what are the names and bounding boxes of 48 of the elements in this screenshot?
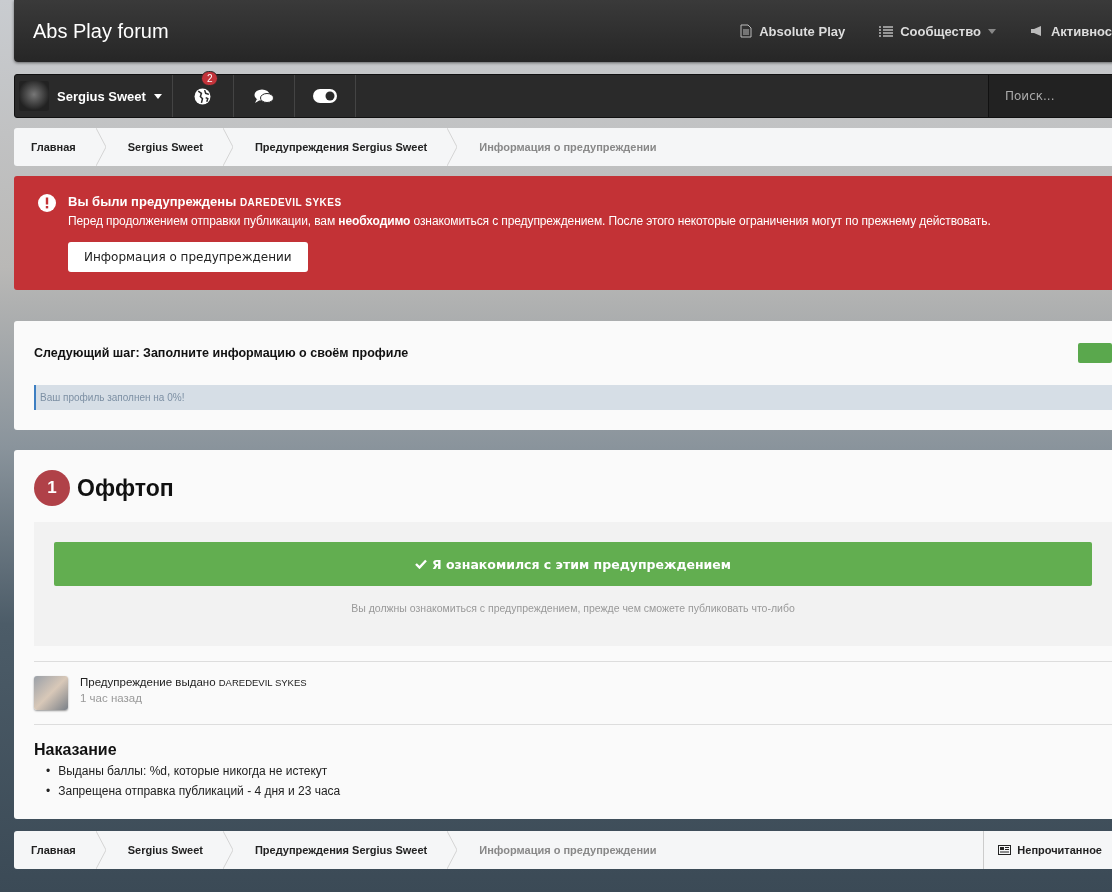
caret-icon	[153, 93, 162, 99]
megaphone-icon	[1029, 25, 1044, 37]
breadcrumb-separator	[222, 128, 233, 166]
step-title: Следующий шаг: Заполните информацию о своём профиле	[34, 346, 409, 360]
exclamation-icon	[38, 194, 56, 212]
progress-text: Ваш профиль заполнен на 0%!	[40, 392, 185, 403]
checkmark-icon	[414, 559, 427, 569]
warning-title: Оффтоп	[77, 474, 174, 502]
breadcrumb-separator	[95, 831, 106, 869]
acknowledge-note: Вы должны ознакомиться с предупреждением, прежде чем сможете публиковать что-либо	[350, 602, 796, 614]
bullet: •	[46, 763, 51, 779]
nav-link[interactable]: Активнос	[1029, 23, 1112, 39]
avatar	[19, 81, 49, 111]
unread-link[interactable]: Непрочитанное	[983, 831, 1112, 869]
warning-points: 1	[34, 470, 70, 506]
breadcrumb-link[interactable]: Предупреждения Sergius Sweet	[232, 128, 448, 166]
breadcrumb-link[interactable]: Предупреждения Sergius Sweet	[232, 831, 448, 869]
breadcrumb-separator	[95, 128, 106, 166]
breadcrumb-separator	[447, 128, 458, 166]
alert-title: Вы были предупреждены DAREDEVIL SYKES	[68, 194, 343, 209]
nav-link[interactable]: Сообщество	[879, 23, 996, 39]
alert-text: Перед продолжением отправки публикации, вам необходимо ознакомиться с предупреждением. После этого некоторые ограничения могут по прежнему действовать.	[68, 214, 991, 228]
breadcrumb-link[interactable]: Главная	[14, 831, 96, 869]
site-title: Abs Play forum	[33, 19, 169, 43]
nav-link[interactable]: Absolute Play	[740, 23, 846, 39]
penalty-title: Наказание	[34, 741, 118, 759]
breadcrumb-link[interactable]: Главная	[14, 128, 96, 166]
warning-info-button[interactable]: Информация о предупреждении	[68, 242, 308, 272]
newspaper-icon	[998, 845, 1012, 855]
list-icon	[879, 25, 894, 37]
toggle-icon	[312, 89, 337, 103]
breadcrumb-separator	[447, 831, 458, 869]
breadcrumb-link[interactable]: Sergius Sweet	[105, 831, 223, 869]
user-menu[interactable]: Sergius Sweet	[15, 75, 173, 117]
chat-bubbles-icon	[253, 88, 274, 104]
notifications-button[interactable]: 2	[172, 75, 234, 117]
penalty-item: Выданы баллы: %d, которые никогда не истекут	[58, 763, 328, 779]
notification-count: 2	[200, 71, 219, 86]
issued-by-text: Предупреждение выдано DAREDEVIL SYKES	[80, 676, 307, 688]
issued-time: 1 час назад	[80, 692, 143, 704]
document-icon	[740, 24, 753, 38]
moderator-avatar	[34, 676, 68, 710]
bullet: •	[46, 783, 51, 799]
globe-icon	[194, 87, 212, 105]
breadcrumb-separator	[222, 831, 233, 869]
search-field[interactable]: Поиск...	[988, 75, 1112, 117]
penalty-item: Запрещена отправка публикаций - 4 дня и 23 часа	[58, 783, 341, 799]
breadcrumb-link[interactable]: Sergius Sweet	[105, 128, 223, 166]
